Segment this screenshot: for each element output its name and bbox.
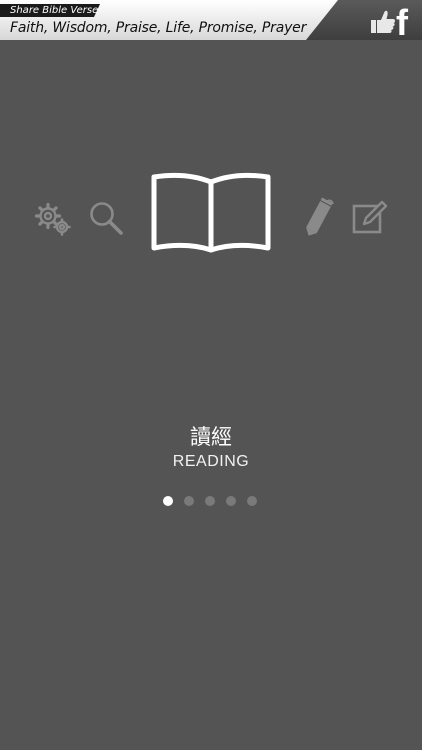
page-dot-4[interactable] [226, 496, 236, 506]
banner-main-label: Faith, Wisdom, Praise, Life, Promise, Pr… [10, 20, 307, 36]
settings-gears-icon[interactable] [34, 200, 74, 238]
page-dot-1[interactable] [163, 496, 173, 506]
share-banner[interactable]: Share Bible Verse Faith, Wisdom, Praise,… [0, 0, 422, 40]
facebook-like-button[interactable]: f [368, 4, 414, 38]
facebook-icon: f [396, 4, 409, 38]
page-dot-2[interactable] [184, 496, 194, 506]
svg-text:f: f [396, 4, 409, 38]
search-icon[interactable] [88, 200, 126, 238]
feature-title-chinese: 讀經 [190, 425, 232, 449]
page-indicator [163, 496, 257, 506]
page-dot-5[interactable] [247, 496, 257, 506]
bookmark-pen-icon[interactable] [298, 196, 338, 240]
banner-small-label: Share Bible Verse [10, 5, 99, 16]
feature-title-english: READING [172, 453, 250, 470]
edit-note-icon[interactable] [350, 198, 390, 238]
book-icon[interactable] [148, 170, 274, 254]
page-dot-3[interactable] [205, 496, 215, 506]
